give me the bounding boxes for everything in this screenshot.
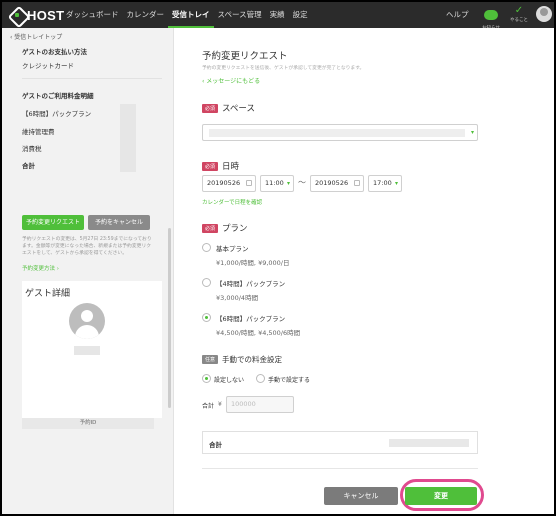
guest-detail-title: ゲスト詳細: [25, 289, 71, 299]
inbox-top-link[interactable]: ‹ 受信トレイトップ: [10, 32, 62, 41]
end-date-input[interactable]: 20190526: [310, 175, 364, 192]
top-navigation: HOST ダッシュボード カレンダー 受信トレイ スペース管理 実績 設定 ヘル…: [2, 2, 554, 31]
required-badge: 必須: [202, 161, 219, 171]
calendar-icon: [246, 180, 252, 186]
redacted-guest-name: [74, 346, 100, 355]
change-request-form: 予約変更リクエスト 予約の変更リクエストを送信後、ゲストが承認して変更が完了とな…: [174, 28, 554, 514]
plan-name-4h: 【4時間】パックプラン: [216, 280, 286, 288]
notification-icon: [484, 10, 498, 20]
cancel-button[interactable]: キャンセル: [324, 487, 398, 505]
nav-space-management[interactable]: スペース管理: [214, 2, 266, 28]
divider: [22, 78, 162, 79]
fee-item-maintenance: 維持管理費: [22, 128, 55, 136]
check-icon: ✓: [514, 5, 524, 16]
optional-badge: 任意: [202, 355, 219, 364]
fee-item-plan: 【6時間】パックプラン: [22, 110, 92, 118]
calendar-check-link[interactable]: カレンダーで日程を確認: [202, 198, 262, 206]
fee-radio-none[interactable]: [202, 374, 211, 383]
nav-calendar[interactable]: カレンダー: [123, 2, 169, 28]
cancel-reservation-button[interactable]: 予約をキャンセル: [88, 215, 150, 230]
dropdown-icon: ▾: [286, 180, 290, 187]
user-avatar[interactable]: [536, 6, 552, 22]
page-subtitle: 予約の変更リクエストを送信後、ゲストが承認して変更が完了となります。: [202, 66, 365, 71]
required-badge: 必須: [202, 103, 219, 113]
range-separator: 〜: [298, 178, 306, 187]
fee-option-none: 設定しない: [214, 377, 245, 384]
plan-name-basic: 基本プラン: [216, 245, 249, 253]
calendar-icon: [354, 180, 360, 186]
dropdown-icon: ▾: [394, 180, 398, 187]
space-label: スペース: [222, 104, 255, 114]
logo-icon: [10, 8, 24, 22]
brand-name: HOST: [27, 7, 65, 23]
fee-radio-manual[interactable]: [256, 374, 265, 383]
plan-radio-4h[interactable]: [202, 278, 211, 287]
start-date-value: 20190526: [207, 179, 241, 187]
booking-id: 予約ID: [22, 418, 154, 429]
todo-button[interactable]: ✓ やること: [506, 5, 532, 23]
redacted-amounts: [120, 104, 136, 172]
plan-radio-6h[interactable]: [202, 313, 211, 322]
payment-method: クレジットカード: [22, 62, 74, 70]
app-window: HOST ダッシュボード カレンダー 受信トレイ スペース管理 実績 設定 ヘル…: [2, 2, 554, 514]
total-summary-label: 合計: [209, 441, 222, 449]
space-select[interactable]: ▾: [202, 124, 478, 141]
space-section-header: 必須 スペース: [202, 102, 255, 114]
change-method-link[interactable]: 予約変更方法 ›: [22, 264, 59, 272]
end-time-value: 17:00: [373, 179, 392, 187]
end-time-select[interactable]: 17:00 ▾: [368, 175, 402, 192]
nav-settings[interactable]: 設定: [289, 2, 312, 28]
datetime-label: 日時: [222, 162, 240, 172]
fee-heading: ゲストのご利用料金明細: [22, 92, 94, 100]
sidebar-scrollbar[interactable]: [168, 228, 171, 408]
plan-price-6h: ¥4,500/時間, ¥4,500/6時間: [216, 329, 301, 337]
reservation-sidebar: ‹ 受信トレイトップ ゲストのお支払い方法 クレジットカード ゲストのご利用料金…: [2, 28, 174, 514]
plan-name-6h: 【6時間】パックプラン: [216, 315, 286, 323]
guest-avatar-icon: [69, 303, 105, 339]
change-note: 予約リクエストの変更は、5月27日 23:59までになっております。金額等が変更…: [22, 237, 152, 256]
start-date-input[interactable]: 20190526: [202, 175, 256, 192]
required-badge: 必須: [202, 223, 219, 233]
nav-results[interactable]: 実績: [266, 2, 289, 28]
plan-radio-basic[interactable]: [202, 243, 211, 252]
redacted-space-name: [209, 129, 465, 137]
start-time-value: 11:00: [265, 179, 284, 187]
booking-id-label: 予約ID: [79, 420, 97, 426]
back-to-messages-link[interactable]: ‹ メッセージにもどる: [202, 76, 260, 85]
fee-total-label: 合計: [22, 162, 35, 170]
plan-price-4h: ¥3,000/4時間: [216, 294, 259, 302]
page-title: 予約変更リクエスト: [202, 51, 288, 62]
nav-links: ダッシュボード カレンダー 受信トレイ スペース管理 実績 設定: [62, 2, 312, 28]
nav-dashboard[interactable]: ダッシュボード: [62, 2, 123, 28]
manual-total-label: 合計: [202, 403, 215, 410]
submit-change-button[interactable]: 変更: [405, 487, 477, 505]
currency-symbol: ¥: [218, 401, 222, 408]
manual-fee-section-header: 任意 手動での料金設定: [202, 354, 282, 365]
form-divider: [202, 468, 478, 469]
plan-price-basic: ¥1,000/時間, ¥9,000/日: [216, 259, 290, 267]
change-request-button[interactable]: 予約変更リクエスト: [22, 215, 84, 230]
payment-heading: ゲストのお支払い方法: [22, 48, 87, 56]
redacted-total-amount: [389, 439, 469, 447]
manual-fee-label: 手動での料金設定: [222, 355, 283, 364]
plan-label: プラン: [222, 224, 248, 234]
datetime-section-header: 必須 日時: [202, 160, 239, 172]
dropdown-icon: ▾: [470, 129, 474, 136]
total-summary: 合計: [202, 431, 478, 454]
fee-item-tax: 消費税: [22, 145, 42, 153]
fee-option-manual: 手動で設定する: [268, 377, 311, 384]
nav-help[interactable]: ヘルプ: [446, 2, 469, 28]
plan-section-header: 必須 プラン: [202, 222, 248, 234]
start-time-select[interactable]: 11:00 ▾: [260, 175, 294, 192]
end-date-value: 20190526: [315, 179, 349, 187]
manual-total-input[interactable]: 100000: [226, 396, 294, 413]
brand-logo[interactable]: HOST: [10, 7, 64, 23]
todo-label: やること: [510, 18, 528, 23]
guest-detail-card: ゲスト詳細: [22, 281, 162, 418]
manual-total-placeholder: 100000: [231, 400, 256, 408]
nav-inbox[interactable]: 受信トレイ: [168, 2, 214, 28]
